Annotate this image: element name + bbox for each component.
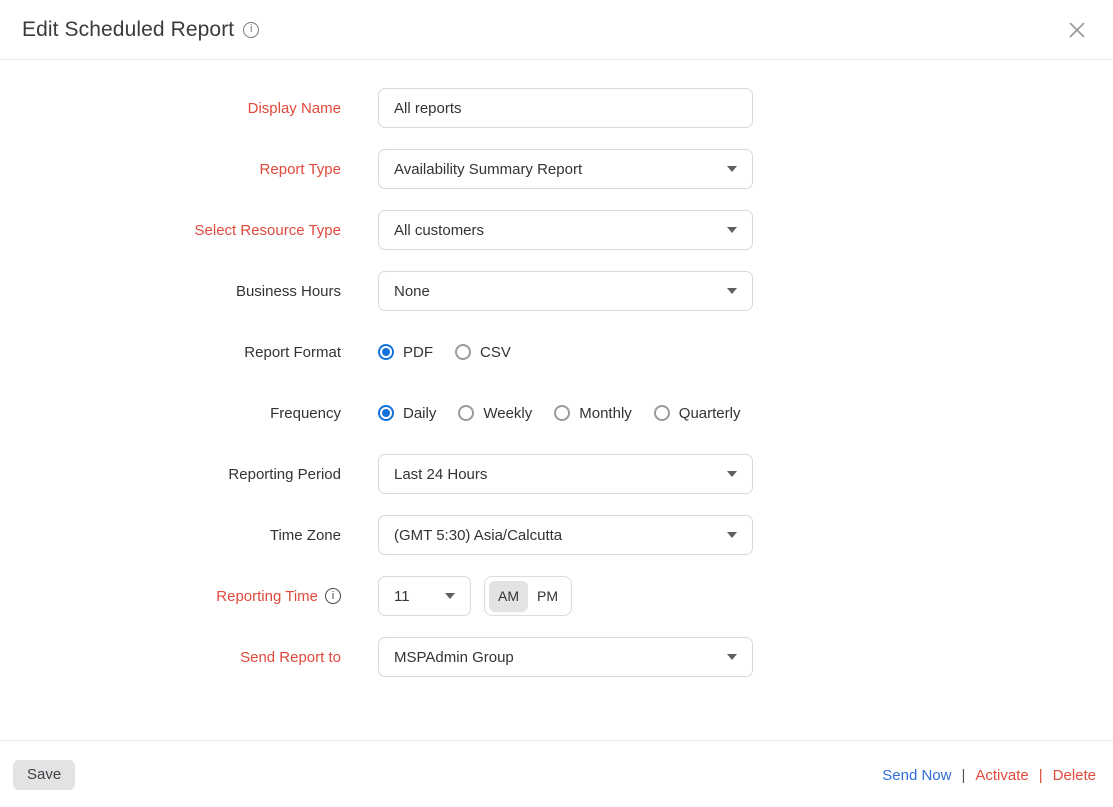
business-hours-value: None bbox=[394, 283, 430, 300]
frequency-label: Frequency bbox=[0, 405, 341, 422]
reporting-period-row: Reporting Period Last 24 Hours bbox=[0, 454, 1113, 494]
chevron-down-icon bbox=[445, 593, 455, 599]
resource-type-label: Select Resource Type bbox=[0, 222, 341, 239]
radio-selected-icon bbox=[378, 344, 394, 360]
dialog-header: Edit Scheduled Report bbox=[0, 0, 1113, 60]
send-report-to-select[interactable]: MSPAdmin Group bbox=[378, 637, 753, 677]
radio-label: Quarterly bbox=[679, 405, 741, 422]
radio-label: CSV bbox=[480, 344, 511, 361]
report-type-label: Report Type bbox=[0, 161, 341, 178]
chevron-down-icon bbox=[727, 471, 737, 477]
chevron-down-icon bbox=[727, 166, 737, 172]
meridiem-toggle: AM PM bbox=[484, 576, 572, 616]
resource-type-select[interactable]: All customers bbox=[378, 210, 753, 250]
reporting-period-value: Last 24 Hours bbox=[394, 466, 487, 483]
business-hours-select[interactable]: None bbox=[378, 271, 753, 311]
radio-unselected-icon bbox=[455, 344, 471, 360]
report-format-option-pdf[interactable]: PDF bbox=[378, 344, 433, 361]
report-format-option-csv[interactable]: CSV bbox=[455, 344, 511, 361]
report-format-label: Report Format bbox=[0, 344, 341, 361]
close-button[interactable] bbox=[1065, 18, 1089, 42]
reporting-period-label: Reporting Period bbox=[0, 466, 341, 483]
meridiem-am-button[interactable]: AM bbox=[489, 581, 528, 612]
frequency-option-monthly[interactable]: Monthly bbox=[554, 405, 632, 422]
send-report-to-value: MSPAdmin Group bbox=[394, 649, 514, 666]
resource-type-row: Select Resource Type All customers bbox=[0, 210, 1113, 250]
reporting-period-select[interactable]: Last 24 Hours bbox=[378, 454, 753, 494]
report-format-row: Report Format PDF CSV bbox=[0, 332, 1113, 372]
close-icon bbox=[1069, 22, 1085, 38]
frequency-option-daily[interactable]: Daily bbox=[378, 405, 436, 422]
reporting-time-row: Reporting Time 11 AM PM bbox=[0, 576, 1113, 616]
send-now-link[interactable]: Send Now bbox=[882, 767, 951, 784]
footer-links: Send Now | Activate | Delete bbox=[882, 767, 1096, 784]
reporting-hour-value: 11 bbox=[394, 588, 410, 605]
edit-scheduled-report-form: Display Name Report Type Availability Su… bbox=[0, 60, 1113, 677]
link-separator: | bbox=[1039, 767, 1043, 784]
info-icon[interactable] bbox=[243, 22, 259, 38]
radio-label: Monthly bbox=[579, 405, 632, 422]
frequency-radio-group: Daily Weekly Monthly Quarterly bbox=[378, 405, 740, 422]
radio-selected-icon bbox=[378, 405, 394, 421]
business-hours-row: Business Hours None bbox=[0, 271, 1113, 311]
activate-link[interactable]: Activate bbox=[975, 767, 1028, 784]
reporting-time-label: Reporting Time bbox=[0, 588, 341, 605]
frequency-row: Frequency Daily Weekly Monthly Quarterly bbox=[0, 393, 1113, 433]
page-title: Edit Scheduled Report bbox=[22, 18, 234, 42]
resource-type-value: All customers bbox=[394, 222, 484, 239]
chevron-down-icon bbox=[727, 654, 737, 660]
reporting-time-label-text: Reporting Time bbox=[216, 588, 318, 605]
time-zone-value: (GMT 5:30) Asia/Calcutta bbox=[394, 527, 562, 544]
display-name-input[interactable] bbox=[378, 88, 753, 128]
chevron-down-icon bbox=[727, 288, 737, 294]
radio-unselected-icon bbox=[554, 405, 570, 421]
chevron-down-icon bbox=[727, 532, 737, 538]
chevron-down-icon bbox=[727, 227, 737, 233]
save-button[interactable]: Save bbox=[13, 760, 75, 790]
report-type-row: Report Type Availability Summary Report bbox=[0, 149, 1113, 189]
send-report-to-label: Send Report to bbox=[0, 649, 341, 666]
time-zone-label: Time Zone bbox=[0, 527, 341, 544]
meridiem-pm-button[interactable]: PM bbox=[528, 581, 567, 612]
display-name-row: Display Name bbox=[0, 88, 1113, 128]
radio-unselected-icon bbox=[654, 405, 670, 421]
send-report-to-row: Send Report to MSPAdmin Group bbox=[0, 637, 1113, 677]
frequency-option-quarterly[interactable]: Quarterly bbox=[654, 405, 741, 422]
info-icon[interactable] bbox=[325, 588, 341, 604]
radio-unselected-icon bbox=[458, 405, 474, 421]
display-name-label: Display Name bbox=[0, 100, 341, 117]
dialog-footer: Save Send Now | Activate | Delete bbox=[0, 740, 1113, 790]
time-zone-select[interactable]: (GMT 5:30) Asia/Calcutta bbox=[378, 515, 753, 555]
report-type-value: Availability Summary Report bbox=[394, 161, 582, 178]
report-type-select[interactable]: Availability Summary Report bbox=[378, 149, 753, 189]
frequency-option-weekly[interactable]: Weekly bbox=[458, 405, 532, 422]
radio-label: Daily bbox=[403, 405, 436, 422]
radio-label: Weekly bbox=[483, 405, 532, 422]
business-hours-label: Business Hours bbox=[0, 283, 341, 300]
report-format-radio-group: PDF CSV bbox=[378, 344, 511, 361]
reporting-hour-select[interactable]: 11 bbox=[378, 576, 471, 616]
delete-link[interactable]: Delete bbox=[1053, 767, 1096, 784]
radio-label: PDF bbox=[403, 344, 433, 361]
time-zone-row: Time Zone (GMT 5:30) Asia/Calcutta bbox=[0, 515, 1113, 555]
link-separator: | bbox=[961, 767, 965, 784]
